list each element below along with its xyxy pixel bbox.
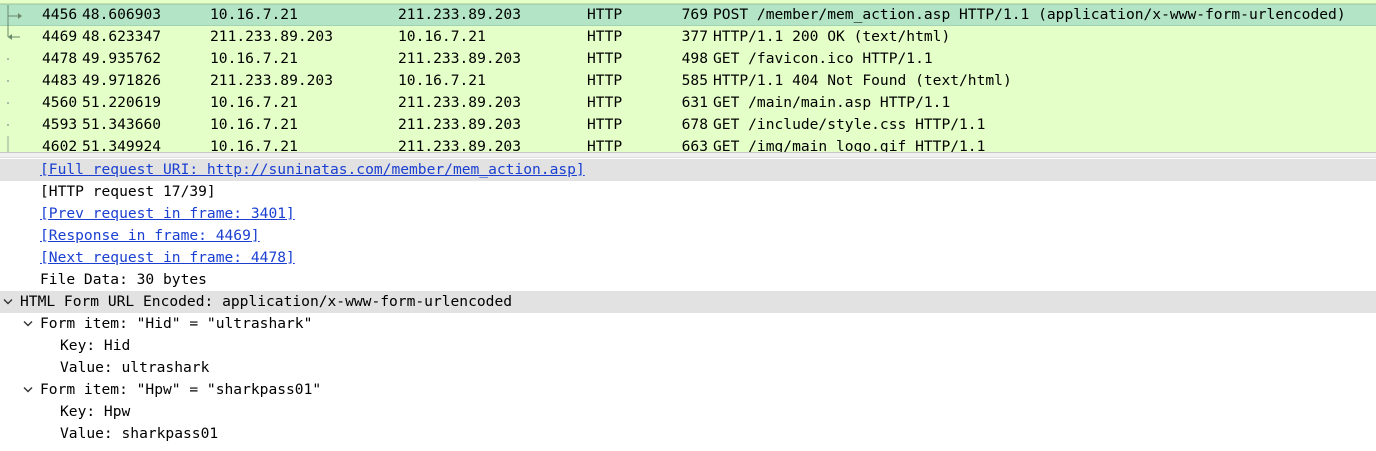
packet-source: 10.16.7.21 xyxy=(210,116,298,133)
packet-protocol: HTTP xyxy=(587,72,623,89)
packet-source: 10.16.7.21 xyxy=(210,6,298,23)
packet-protocol: HTTP xyxy=(587,138,623,152)
packet-number: 4469 xyxy=(42,28,78,45)
http-request-count: [HTTP request 17/39] xyxy=(40,183,216,200)
packet-info: GET /img/main_logo.gif HTTP/1.1 xyxy=(713,138,986,152)
packet-length: 585 xyxy=(681,72,708,89)
packet-protocol: HTTP xyxy=(587,6,623,23)
packet-row[interactable]: 4483 49.971826 211.233.89.203 10.16.7.21… xyxy=(0,70,1376,92)
detail-html-form[interactable]: HTML Form URL Encoded: application/x-www… xyxy=(0,291,1376,313)
packet-number: 4560 xyxy=(42,94,78,111)
form-item-hid-value: Value: ultrashark xyxy=(60,359,210,376)
related-line-icon xyxy=(2,70,32,92)
packet-time: 51.220619 xyxy=(82,94,162,111)
form-item-hpw-key: Key: Hpw xyxy=(60,403,131,420)
packet-row[interactable]: 4478 49.935762 10.16.7.21 211.233.89.203… xyxy=(0,48,1376,70)
chevron-down-icon[interactable] xyxy=(22,313,34,335)
detail-form-value-hid[interactable]: Value: ultrashark xyxy=(0,357,1376,379)
packet-details-tree: [Full request URI: http://suninatas.com/… xyxy=(0,158,1376,451)
packet-source: 10.16.7.21 xyxy=(210,50,298,67)
detail-full-request-uri[interactable]: [Full request URI: http://suninatas.com/… xyxy=(0,159,1376,181)
packet-length: 498 xyxy=(681,50,708,67)
packet-number: 4456 xyxy=(42,6,78,23)
detail-next-request[interactable]: [Next request in frame: 4478] xyxy=(0,247,1376,269)
packet-row[interactable]: 4469 48.623347 211.233.89.203 10.16.7.21… xyxy=(0,26,1376,48)
chevron-down-icon[interactable] xyxy=(2,291,14,313)
form-item-hpw-value: Value: sharkpass01 xyxy=(60,425,219,442)
packet-time: 49.971826 xyxy=(82,72,162,89)
full-request-uri-link[interactable]: [Full request URI: http://suninatas.com/… xyxy=(40,159,585,181)
response-in-frame-link[interactable]: [Response in frame: 4469] xyxy=(40,225,260,247)
packet-source: 10.16.7.21 xyxy=(210,138,298,152)
packet-info: GET /main/main.asp HTTP/1.1 xyxy=(713,94,951,111)
chevron-down-icon[interactable] xyxy=(22,379,34,401)
detail-form-item-hpw[interactable]: Form item: "Hpw" = "sharkpass01" xyxy=(0,379,1376,401)
detail-form-item-hid[interactable]: Form item: "Hid" = "ultrashark" xyxy=(0,313,1376,335)
packet-length: 377 xyxy=(681,28,708,45)
packet-row[interactable]: 4560 51.220619 10.16.7.21 211.233.89.203… xyxy=(0,92,1376,114)
packet-info: POST /member/mem_action.asp HTTP/1.1 (ap… xyxy=(713,6,1346,23)
packet-info: HTTP/1.1 200 OK (text/html) xyxy=(713,28,951,45)
packet-row[interactable]: 4602 51.349924 10.16.7.21 211.233.89.203… xyxy=(0,136,1376,152)
packet-destination: 211.233.89.203 xyxy=(398,138,522,152)
packet-time: 48.623347 xyxy=(82,28,162,45)
packet-source: 10.16.7.21 xyxy=(210,94,298,111)
form-item-hpw-label: Form item: "Hpw" = "sharkpass01" xyxy=(40,381,322,398)
packet-destination: 211.233.89.203 xyxy=(398,6,522,23)
packet-protocol: HTTP xyxy=(587,116,623,133)
packet-source: 211.233.89.203 xyxy=(210,28,334,45)
detail-response-in[interactable]: [Response in frame: 4469] xyxy=(0,225,1376,247)
detail-form-key-hpw[interactable]: Key: Hpw xyxy=(0,401,1376,423)
related-line-icon xyxy=(2,92,32,114)
packet-time: 51.349924 xyxy=(82,138,162,152)
packet-info: GET /include/style.css HTTP/1.1 xyxy=(713,116,986,133)
response-arrow-icon xyxy=(2,26,32,48)
prev-request-link[interactable]: [Prev request in frame: 3401] xyxy=(40,203,295,225)
file-data-size: File Data: 30 bytes xyxy=(40,271,207,288)
packet-length: 678 xyxy=(681,116,708,133)
packet-info: HTTP/1.1 404 Not Found (text/html) xyxy=(713,72,1012,89)
form-item-hid-label: Form item: "Hid" = "ultrashark" xyxy=(40,315,313,332)
packet-number: 4602 xyxy=(42,138,78,152)
packet-length: 769 xyxy=(681,6,708,23)
form-item-hid-key: Key: Hid xyxy=(60,337,131,354)
detail-prev-request[interactable]: [Prev request in frame: 3401] xyxy=(0,203,1376,225)
detail-http-request[interactable]: [HTTP request 17/39] xyxy=(0,181,1376,203)
packet-source: 211.233.89.203 xyxy=(210,72,334,89)
request-arrow-icon xyxy=(2,5,32,27)
packet-protocol: HTTP xyxy=(587,28,623,45)
packet-destination: 211.233.89.203 xyxy=(398,116,522,133)
packet-destination: 10.16.7.21 xyxy=(398,28,486,45)
related-line-icon xyxy=(2,48,32,70)
packet-time: 51.343660 xyxy=(82,116,162,133)
packet-destination: 10.16.7.21 xyxy=(398,72,486,89)
packet-destination: 211.233.89.203 xyxy=(398,50,522,67)
packet-number: 4593 xyxy=(42,116,78,133)
packet-time: 48.606903 xyxy=(82,6,162,23)
packet-protocol: HTTP xyxy=(587,94,623,111)
packet-row-selected[interactable]: 4456 48.606903 10.16.7.21 211.233.89.203… xyxy=(0,4,1376,27)
packet-time: 49.935762 xyxy=(82,50,162,67)
detail-form-key-hid[interactable]: Key: Hid xyxy=(0,335,1376,357)
html-form-header: HTML Form URL Encoded: application/x-www… xyxy=(20,293,513,310)
detail-form-value-hpw[interactable]: Value: sharkpass01 xyxy=(0,423,1376,445)
related-line-icon xyxy=(2,114,32,136)
detail-file-data[interactable]: File Data: 30 bytes xyxy=(0,269,1376,291)
packet-length: 663 xyxy=(681,138,708,152)
packet-number: 4478 xyxy=(42,50,78,67)
packet-number: 4483 xyxy=(42,72,78,89)
packet-info: GET /favicon.ico HTTP/1.1 xyxy=(713,50,933,67)
packet-length: 631 xyxy=(681,94,708,111)
next-request-link[interactable]: [Next request in frame: 4478] xyxy=(40,247,295,269)
packet-protocol: HTTP xyxy=(587,50,623,67)
related-line-icon xyxy=(2,136,32,152)
packet-destination: 211.233.89.203 xyxy=(398,94,522,111)
packet-row[interactable]: 4593 51.343660 10.16.7.21 211.233.89.203… xyxy=(0,114,1376,136)
packet-list: 4456 48.606903 10.16.7.21 211.233.89.203… xyxy=(0,0,1376,152)
